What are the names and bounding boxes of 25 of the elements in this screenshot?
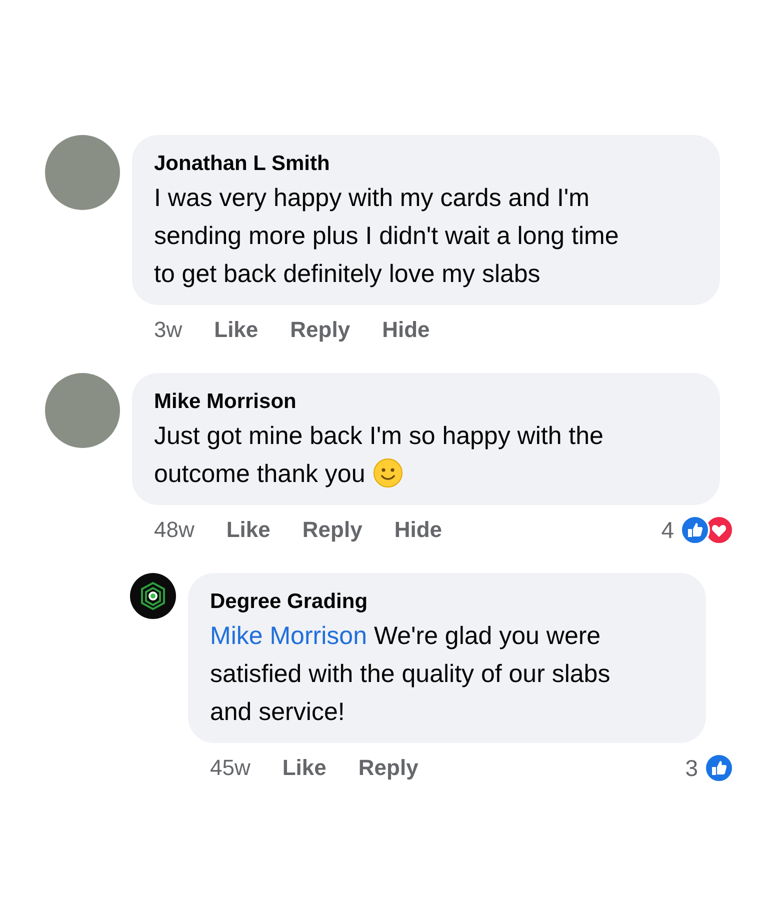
timestamp[interactable]: 3w xyxy=(154,317,182,343)
action-link[interactable]: Like xyxy=(282,755,326,781)
author-name[interactable]: Degree Grading xyxy=(210,587,684,617)
action-link[interactable]: Reply xyxy=(302,517,362,543)
mention-link[interactable]: Mike Morrison xyxy=(210,622,367,650)
hexagon-logo-icon xyxy=(138,581,168,611)
action-link[interactable]: Like xyxy=(226,517,270,543)
reaction-count[interactable]: 4 xyxy=(661,516,674,544)
action-link[interactable]: Hide xyxy=(382,317,430,343)
like-reaction-icon xyxy=(704,753,734,783)
comment-text: I was very happy with my cards and I'm sending more plus I didn't wait a long time to get back definitely love my slabs xyxy=(154,183,620,290)
author-name[interactable]: Mike Morrison xyxy=(154,387,698,417)
comment-text: Mike Morrison We're glad you were satisfied with the quality of our slabs and service! xyxy=(210,621,612,728)
timestamp[interactable]: 45w xyxy=(210,755,250,781)
action-link[interactable]: Like xyxy=(214,317,258,343)
timestamp[interactable]: 48w xyxy=(154,517,194,543)
logo-avatar[interactable] xyxy=(130,573,176,619)
action-link[interactable]: Reply xyxy=(358,755,418,781)
author-name[interactable]: Jonathan L Smith xyxy=(154,149,698,179)
smiley-icon xyxy=(373,458,404,488)
like-reaction-icon xyxy=(680,515,710,545)
action-link[interactable]: Hide xyxy=(394,517,442,543)
reaction-count[interactable]: 3 xyxy=(685,754,698,782)
action-link[interactable]: Reply xyxy=(290,317,350,343)
comment-text: Just got mine back I'm so happy with the outcome thank you xyxy=(154,421,604,490)
